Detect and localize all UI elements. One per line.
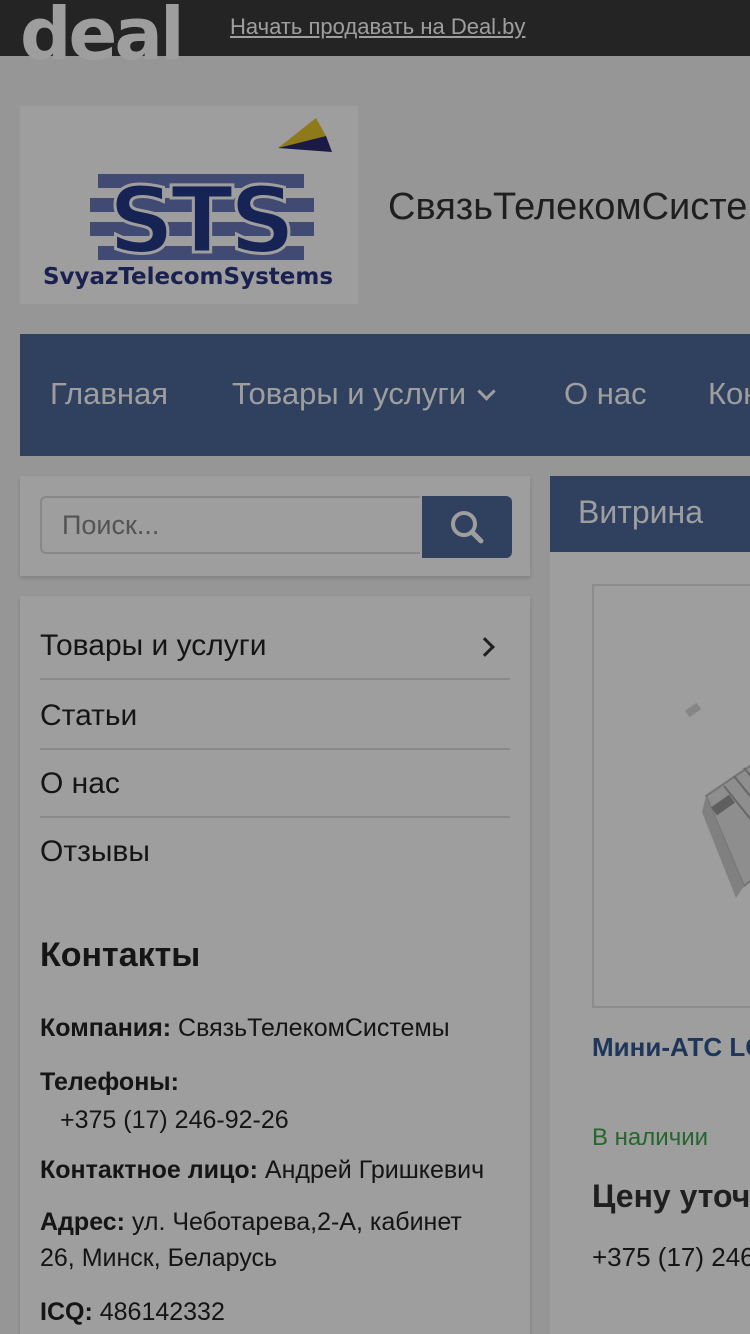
nav-item-label: Главная — [50, 376, 168, 411]
svg-text:STS: STS — [108, 167, 291, 274]
product-phone[interactable]: +375 (17) 246-92-26 — [592, 1242, 750, 1273]
deal-logo[interactable]: deal — [20, 0, 185, 76]
contact-phones-label: Телефоны: — [40, 1064, 520, 1100]
product-price: Цену уточняйте — [592, 1178, 750, 1214]
showcase-body: Мини-АТС LG В наличии Цену уточняйте +37… — [550, 552, 750, 1334]
sidebar: Товары и услуги Статьи О нас Отзывы Конт… — [20, 596, 530, 1334]
contact-address: Адрес: ул. Чеботарева,2-А, кабинет 26, М… — [40, 1204, 490, 1276]
page: deal Начать продавать на Deal.by STS Svy… — [0, 0, 750, 1334]
nav-item-label: Контакты — [708, 376, 750, 411]
stock-status: В наличии — [592, 1124, 709, 1151]
chevron-right-icon — [475, 637, 495, 657]
pbx-device-image — [684, 702, 750, 898]
showcase-title: Витрина — [578, 494, 704, 530]
contact-person-value: Андрей Гришкевич — [264, 1156, 485, 1184]
contact-company-label: Компания: — [40, 1014, 172, 1042]
search-icon — [451, 511, 484, 544]
sidebar-item-about[interactable]: О нас — [40, 750, 510, 818]
nav-item-contacts[interactable]: Контакты — [708, 376, 750, 412]
company-logo[interactable]: STS SvyazTelecomSystems — [20, 106, 358, 304]
sidebar-item-label: Отзывы — [40, 835, 150, 868]
chevron-down-icon — [477, 382, 496, 401]
product-image[interactable] — [592, 584, 750, 1008]
nav-item-label: Товары и услуги — [232, 376, 467, 411]
contact-phones-label-text: Телефоны: — [40, 1068, 179, 1096]
nav-item-label: О нас — [564, 376, 647, 411]
contact-address-label: Адрес: — [40, 1208, 125, 1236]
contact-icq-value: 486142332 — [99, 1298, 225, 1326]
start-selling-link[interactable]: Начать продавать на Deal.by — [230, 14, 525, 40]
nav-item-products[interactable]: Товары и услуги — [232, 376, 496, 412]
sidebar-item-label: Статьи — [40, 699, 138, 732]
nav-item-home[interactable]: Главная — [50, 376, 168, 412]
company-name: СвязьТелекомСистемы — [388, 186, 750, 228]
deal-top-bar: deal Начать продавать на Deal.by — [0, 0, 750, 76]
main-nav: Главная Товары и услуги О нас Контакты — [20, 334, 750, 456]
contact-person-label: Контактное лицо: — [40, 1156, 258, 1184]
nav-item-about[interactable]: О нас — [564, 376, 647, 412]
sidebar-item-articles[interactable]: Статьи — [40, 682, 510, 750]
sidebar-item-label: Товары и услуги — [40, 629, 267, 662]
search-panel: Поиск... — [20, 476, 530, 576]
contact-phone-value[interactable]: +375 (17) 246-92-26 — [60, 1106, 289, 1134]
sidebar-item-products[interactable]: Товары и услуги — [40, 612, 510, 680]
svg-text:SvyazTelecomSystems: SvyazTelecomSystems — [43, 264, 333, 290]
contact-company-value: СвязьТелекомСистемы — [178, 1014, 450, 1042]
sidebar-item-reviews[interactable]: Отзывы — [40, 818, 510, 886]
contact-icq-label: ICQ: — [40, 1298, 93, 1326]
product-title-link[interactable]: Мини-АТС LG — [592, 1032, 750, 1063]
sts-logo-image: STS SvyazTelecomSystems — [43, 118, 333, 290]
contacts-title: Контакты — [40, 936, 201, 974]
contact-phone[interactable]: +375 (17) 246-92-26 — [60, 1102, 540, 1138]
search-button[interactable] — [422, 496, 512, 558]
contact-person: Контактное лицо: Андрей Гришкевич — [40, 1152, 520, 1188]
sidebar-item-label: О нас — [40, 767, 120, 800]
search-input[interactable]: Поиск... — [40, 496, 420, 554]
contact-company: Компания: СвязьТелекомСистемы — [40, 1010, 520, 1046]
contact-icq: ICQ: 486142332 — [40, 1294, 520, 1330]
showcase-header: Витрина — [550, 476, 750, 552]
